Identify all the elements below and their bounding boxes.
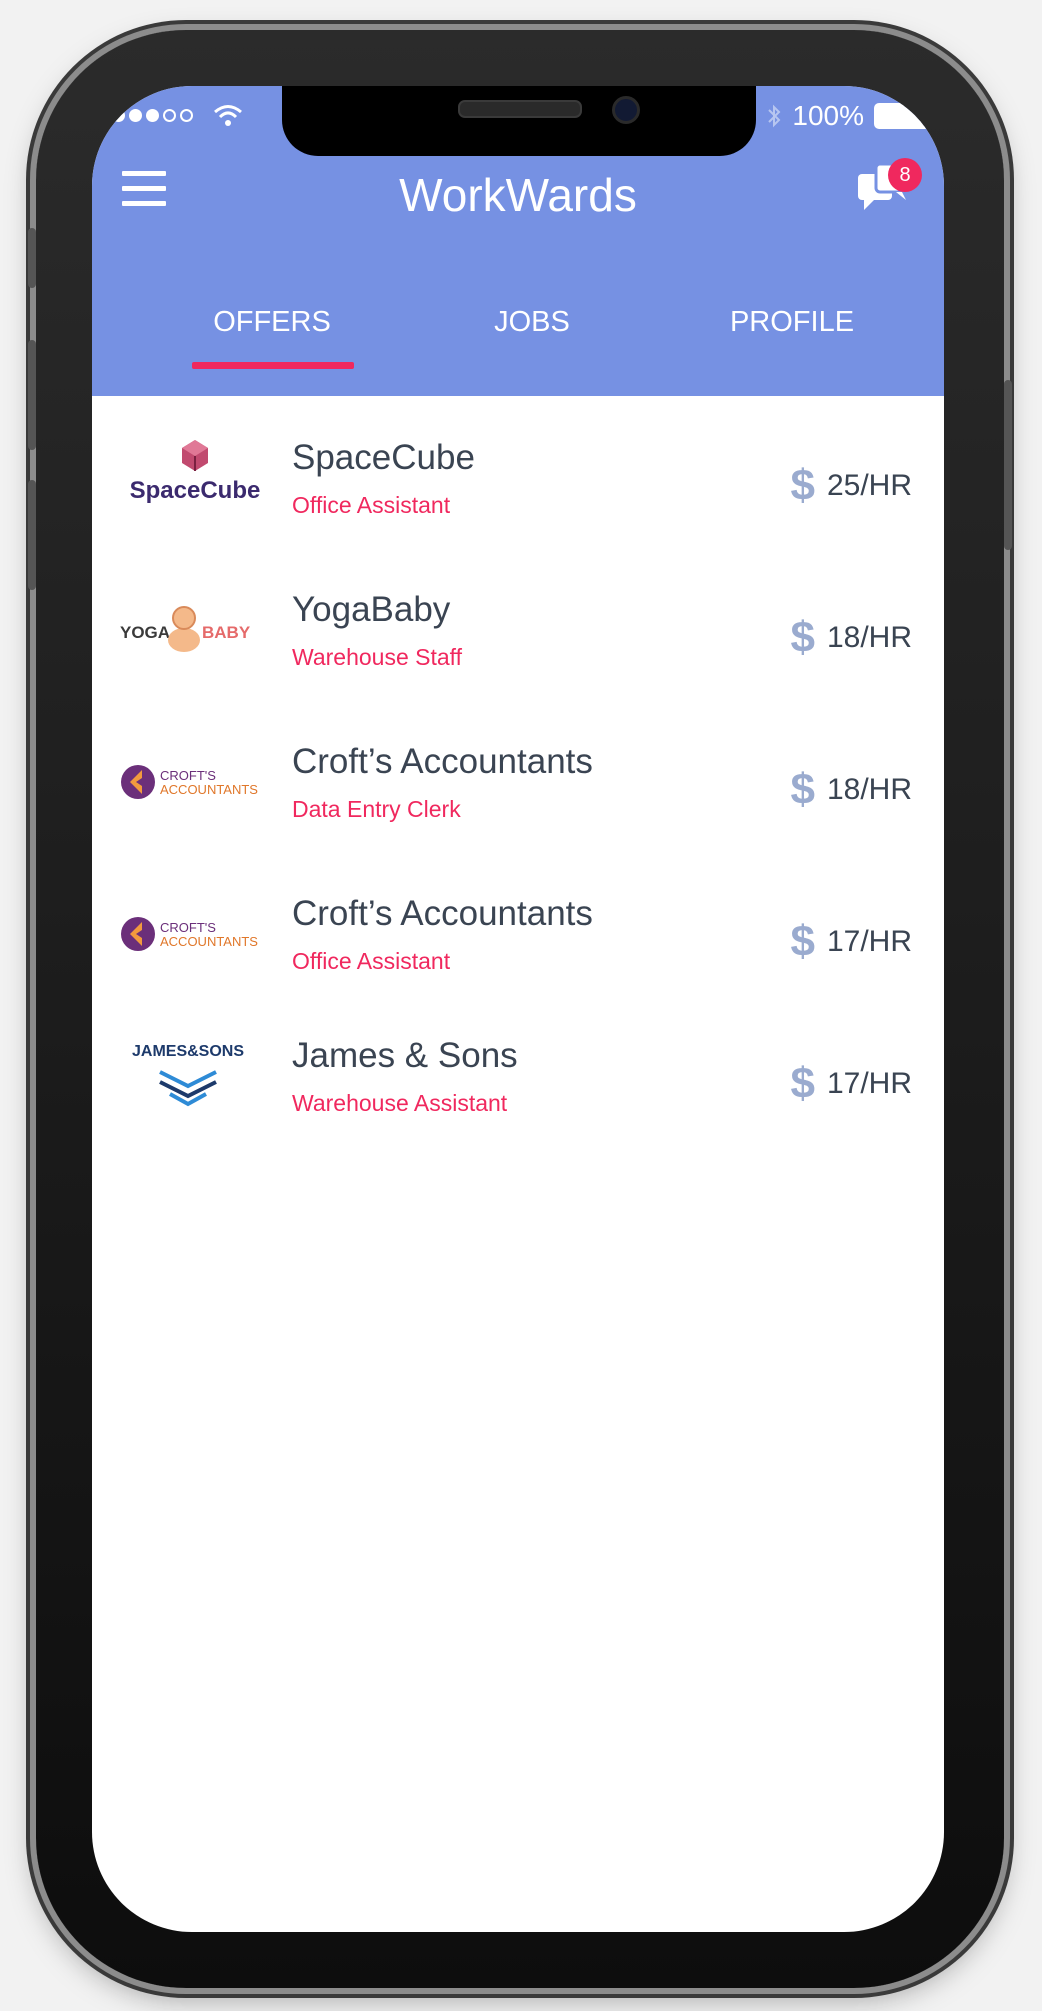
company-name: Croft’s Accountants — [292, 894, 593, 933]
signal-strength — [112, 100, 243, 130]
svg-text:CROFT'S: CROFT'S — [160, 920, 216, 935]
rate-value: 17/HR — [826, 925, 912, 958]
signal-dots-icon — [112, 108, 193, 122]
volume-up-button — [28, 340, 36, 450]
device-notch — [282, 86, 756, 156]
offer-item-yogababy[interactable]: YOGA BABY YogaBaby Warehouse Staff $ 18/… — [92, 558, 944, 698]
battery-percentage: 100% — [792, 100, 864, 131]
tab-bar: OFFERS JOBS PROFILE — [92, 286, 944, 386]
svg-text:CROFT'S: CROFT'S — [160, 768, 216, 783]
dollar-icon: $ — [790, 1059, 815, 1108]
svg-text:ACCOUNTANTS: ACCOUNTANTS — [160, 934, 258, 949]
company-name: YogaBaby — [292, 590, 451, 629]
dollar-icon: $ — [790, 613, 815, 662]
rate-value: 25/HR — [826, 469, 912, 502]
tab-profile[interactable]: PROFILE — [702, 306, 882, 339]
crofts-logo: CROFT'S ACCOUNTANTS — [120, 892, 270, 972]
power-button — [1004, 380, 1012, 550]
job-role: Warehouse Staff — [292, 644, 463, 670]
front-camera — [612, 96, 640, 124]
company-name: James & Sons — [292, 1036, 518, 1075]
rate-value: 18/HR — [826, 621, 912, 654]
offer-item-crofts-office[interactable]: CROFT'S ACCOUNTANTS Croft’s Accountants … — [92, 862, 944, 1002]
pay-rate: $ 25/HR — [790, 464, 912, 508]
notification-badge: 8 — [888, 158, 922, 192]
pay-rate: $ 18/HR — [790, 616, 912, 660]
job-role: Office Assistant — [292, 492, 451, 518]
offer-item-crofts-data-entry[interactable]: CROFT'S ACCOUNTANTS Croft’s Accountants … — [92, 710, 944, 850]
crofts-logo: CROFT'S ACCOUNTANTS — [120, 740, 270, 820]
app-title: WorkWards — [399, 169, 637, 221]
tab-jobs[interactable]: JOBS — [442, 306, 622, 339]
app-screen: 100% WorkWards 8 OFFERS JOBS PROFILE Spa… — [92, 86, 944, 1932]
bluetooth-icon — [768, 104, 781, 128]
tab-offers[interactable]: OFFERS — [182, 306, 362, 339]
company-name: Croft’s Accountants — [292, 742, 593, 781]
dollar-icon: $ — [790, 461, 815, 510]
battery-icon — [874, 103, 930, 129]
speaker-grille — [458, 100, 582, 118]
james-sons-logo: JAMES&SONS — [120, 1034, 270, 1114]
svg-text:BABY: BABY — [202, 623, 251, 642]
yogababy-logo: YOGA BABY — [120, 588, 270, 668]
svg-text:YOGA: YOGA — [120, 623, 170, 642]
pay-rate: $ 17/HR — [790, 1062, 912, 1106]
job-role: Office Assistant — [292, 948, 451, 974]
job-role: Warehouse Assistant — [292, 1090, 508, 1116]
wifi-icon — [214, 105, 242, 126]
company-name: SpaceCube — [292, 438, 475, 477]
svg-text:JAMES&SONS: JAMES&SONS — [132, 1043, 244, 1060]
pay-rate: $ 17/HR — [790, 920, 912, 964]
status-right: 100% — [766, 96, 930, 136]
dollar-icon: $ — [790, 765, 815, 814]
svg-text:ACCOUNTANTS: ACCOUNTANTS — [160, 782, 258, 797]
pay-rate: $ 18/HR — [790, 768, 912, 812]
dollar-icon: $ — [790, 917, 815, 966]
offer-item-spacecube[interactable]: SpaceCube SpaceCube Office Assistant $ 2… — [92, 406, 944, 546]
job-role: Data Entry Clerk — [292, 796, 461, 822]
chat-button[interactable]: 8 — [856, 158, 922, 218]
rate-value: 18/HR — [826, 773, 912, 806]
rate-value: 17/HR — [826, 1067, 912, 1100]
mute-switch — [28, 228, 36, 288]
svg-text:SpaceCube: SpaceCube — [130, 477, 261, 504]
volume-down-button — [28, 480, 36, 590]
spacecube-logo: SpaceCube — [120, 436, 270, 516]
active-tab-indicator — [192, 362, 354, 369]
offer-item-james-sons[interactable]: JAMES&SONS James & Sons Warehouse Assist… — [92, 1004, 944, 1144]
app-header: 100% WorkWards 8 OFFERS JOBS PROFILE — [92, 86, 944, 396]
device-mockup: 100% WorkWards 8 OFFERS JOBS PROFILE Spa… — [0, 0, 1042, 2011]
